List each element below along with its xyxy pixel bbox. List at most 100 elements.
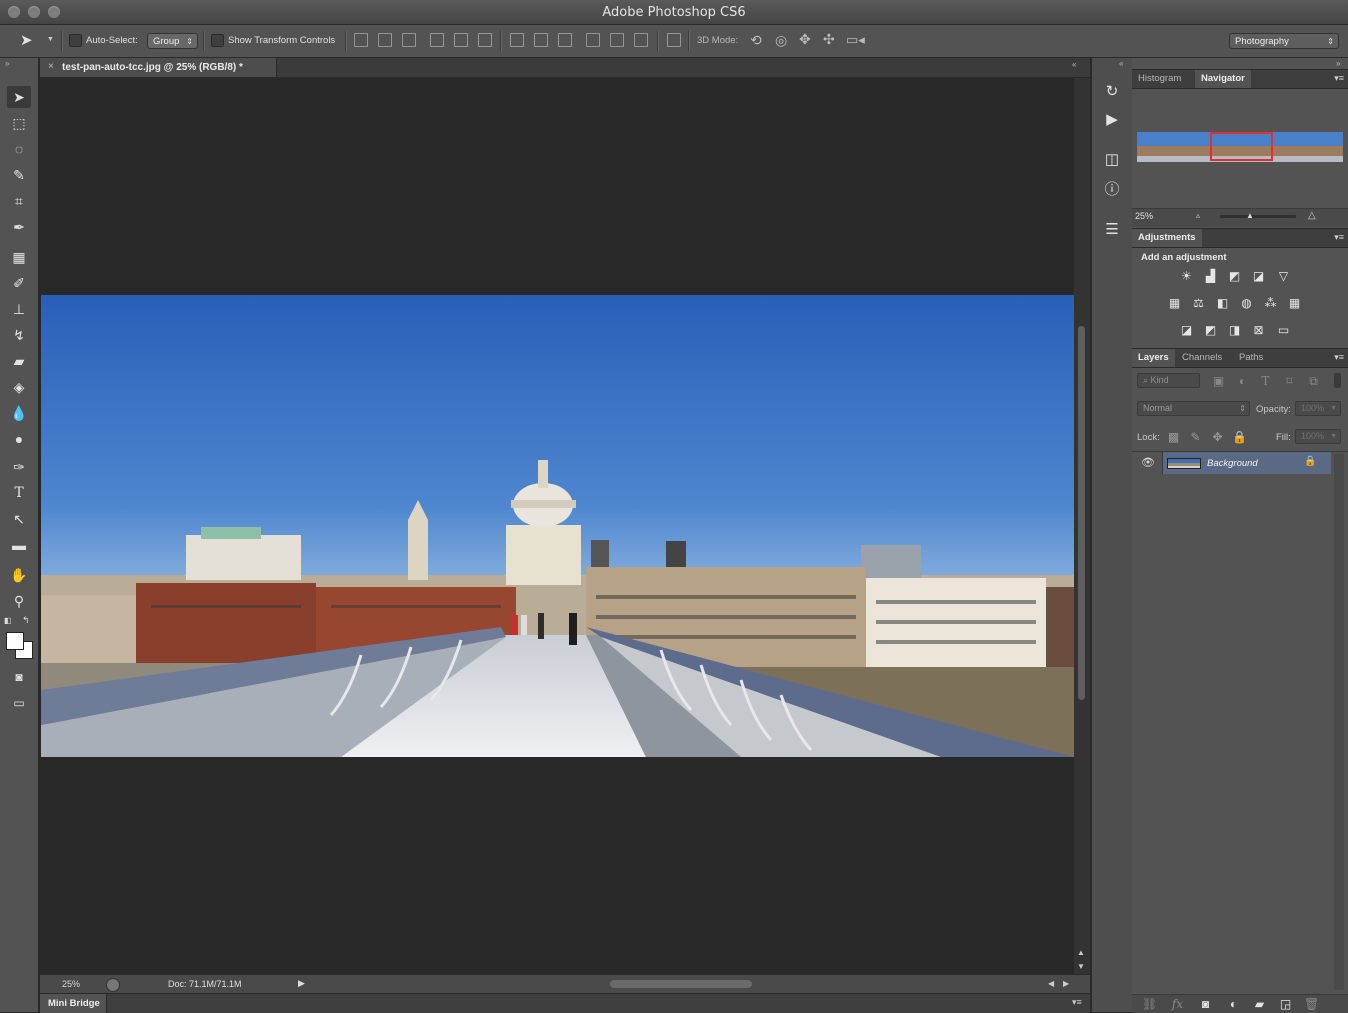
auto-select-checkbox[interactable] [69,34,82,47]
align-right-icon[interactable] [478,33,492,47]
filter-type-icon[interactable]: T [1258,374,1273,388]
channel-mixer-icon[interactable]: ⁂ [1263,296,1278,310]
dodge-tool-icon[interactable]: ● [7,428,31,450]
threshold-icon[interactable]: ◨ [1227,323,1242,337]
collapse-panel-icon[interactable]: » [5,59,9,68]
brush-tool-icon[interactable]: ✐ [7,272,31,294]
paint-bucket-tool-icon[interactable]: ◈ [7,376,31,398]
add-mask-icon[interactable]: ◙ [1198,997,1213,1011]
document-image[interactable] [41,295,1074,757]
document-tab[interactable]: × test-pan-auto-tcc.jpg @ 25% (RGB/8) * [40,58,277,77]
layer-filter-kind-dropdown[interactable]: ⌕ Kind [1137,373,1200,388]
chevron-down-icon[interactable]: ▼ [1330,430,1337,443]
blur-tool-icon[interactable]: 💧 [7,402,31,424]
align-top-icon[interactable] [354,33,368,47]
color-balance-icon[interactable]: ⚖ [1191,296,1206,310]
vertical-scroll-thumb[interactable] [1078,326,1085,700]
foreground-color-swatch[interactable] [6,632,24,650]
actions-panel-icon[interactable]: ▶ [1102,110,1122,130]
black-white-icon[interactable]: ◧ [1215,296,1230,310]
zoom-out-icon[interactable]: ▵ [1196,211,1200,220]
collapse-dock-icon[interactable]: » [1336,59,1340,68]
vertical-scrollbar[interactable]: ▲ ▼ [1074,78,1090,974]
move-tool-preset-icon[interactable]: ➤ [20,31,33,49]
brightness-contrast-icon[interactable]: ☀ [1179,269,1194,283]
gradient-map-icon[interactable]: ▭ [1276,323,1291,337]
filter-smart-object-icon[interactable]: ⧉ [1306,374,1321,388]
link-layers-icon[interactable]: ⛓ [1142,997,1157,1011]
distribute-horizontal-center-icon[interactable] [610,33,624,47]
filter-adjustment-icon[interactable]: ◐ [1235,374,1250,388]
panel-menu-icon[interactable]: ▾≡ [1072,997,1082,1008]
quick-selection-tool-icon[interactable]: ✎ [7,164,31,186]
status-options-icon[interactable] [106,978,120,992]
history-brush-tool-icon[interactable]: ↯ [7,324,31,346]
horizontal-scroll-thumb[interactable] [610,980,752,988]
align-vertical-center-icon[interactable] [378,33,392,47]
quick-mask-icon[interactable]: ◙ [7,666,31,688]
distribute-left-icon[interactable] [586,33,600,47]
scroll-down-icon[interactable]: ▼ [1077,962,1085,971]
layers-scrollbar[interactable] [1334,454,1344,990]
layer-row[interactable]: 👁 Background 🔒 [1132,452,1348,475]
show-transform-checkbox[interactable] [211,34,224,47]
tab-adjustments[interactable]: Adjustments [1132,229,1202,247]
chevron-down-icon[interactable]: ▼ [1330,402,1337,415]
slider-handle-icon[interactable]: ▲ [1246,211,1254,220]
distribute-right-icon[interactable] [634,33,648,47]
hue-saturation-icon[interactable]: ▦ [1167,296,1182,310]
panel-menu-icon[interactable]: ▾≡ [1334,232,1344,243]
curves-icon[interactable]: ◩ [1227,269,1242,283]
new-adjustment-layer-icon[interactable]: ◐ [1226,997,1241,1011]
lock-all-icon[interactable]: 🔒 [1232,430,1247,444]
lock-position-icon[interactable]: ✥ [1210,430,1225,444]
3d-panel-icon[interactable]: ◫ [1102,150,1122,170]
align-horizontal-center-icon[interactable] [454,33,468,47]
rectangle-tool-icon[interactable]: ▬ [7,534,31,556]
scroll-up-icon[interactable]: ▲ [1077,948,1085,957]
eyedropper-tool-icon[interactable]: ✒ [7,216,31,238]
filter-shape-icon[interactable]: ⌑ [1282,374,1297,388]
collapse-panel-icon[interactable]: « [1072,60,1076,69]
3d-scale-icon[interactable]: ▭◂ [846,32,865,48]
scroll-left-icon[interactable]: ◀ [1048,979,1054,988]
new-layer-icon[interactable]: ◲ [1278,997,1293,1011]
distribute-vertical-center-icon[interactable] [534,33,548,47]
chevron-down-icon[interactable]: ▼ [47,36,54,43]
path-selection-tool-icon[interactable]: ↖ [7,508,31,530]
navigator-zoom-value[interactable]: 25% [1135,211,1153,221]
tab-paths[interactable]: Paths [1233,349,1269,367]
distribute-bottom-icon[interactable] [558,33,572,47]
expand-dock-icon[interactable]: « [1119,59,1123,68]
exposure-icon[interactable]: ◪ [1251,269,1266,283]
zoom-in-icon[interactable]: △ [1308,210,1316,221]
3d-roll-icon[interactable]: ◎ [775,32,787,49]
align-left-icon[interactable] [430,33,444,47]
lasso-tool-icon[interactable]: ◌ [7,138,31,160]
layer-style-icon[interactable]: fx [1170,997,1185,1011]
zoom-status[interactable]: 25% [62,979,80,989]
hand-tool-icon[interactable]: ✋ [7,564,31,586]
filter-pixel-icon[interactable]: ▣ [1211,374,1226,388]
fill-field[interactable]: 100% ▼ [1295,429,1341,444]
marquee-tool-icon[interactable]: ⬚ [7,112,31,134]
panel-menu-icon[interactable]: ▾≡ [1334,73,1344,84]
eraser-tool-icon[interactable]: ▰ [7,350,31,372]
tab-navigator[interactable]: Navigator [1195,70,1251,88]
3d-drag-icon[interactable]: ✥ [799,31,811,48]
blend-mode-dropdown[interactable]: Normal ⇕ [1137,401,1250,416]
default-colors-icon[interactable]: ◧ [4,616,12,625]
info-panel-icon[interactable]: ⓘ [1102,180,1122,200]
trash-icon[interactable]: 🗑 [1304,997,1319,1011]
workspace-switcher[interactable]: Photography ⇕ [1229,33,1339,49]
new-group-icon[interactable]: ▰ [1252,997,1267,1011]
distribute-top-icon[interactable] [510,33,524,47]
scroll-right-icon[interactable]: ▶ [1063,979,1069,988]
lock-pixels-icon[interactable]: ✎ [1188,430,1203,444]
close-tab-icon[interactable]: × [48,61,54,72]
status-menu-arrow-icon[interactable]: ▶ [298,978,305,989]
zoom-tool-icon[interactable]: ⚲ [7,590,31,612]
clone-stamp-tool-icon[interactable]: ⊥ [7,298,31,320]
color-lookup-icon[interactable]: ▦ [1287,296,1302,310]
auto-align-layers-icon[interactable] [667,33,681,47]
